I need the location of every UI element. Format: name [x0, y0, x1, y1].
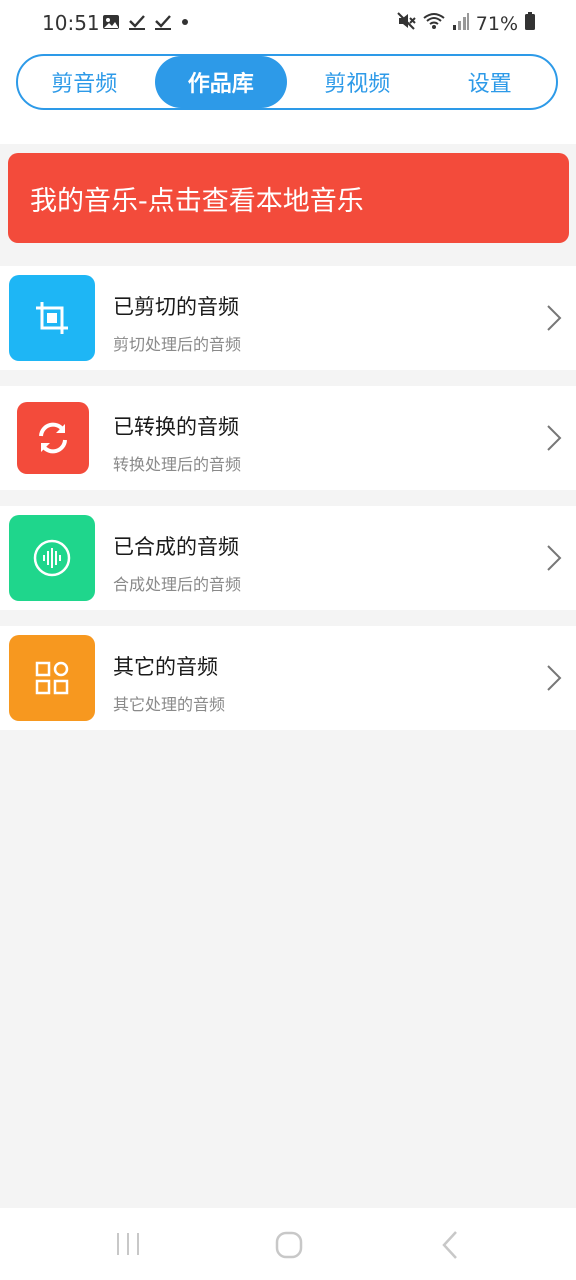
crop-icon — [9, 275, 95, 361]
item-subtitle: 剪切处理后的音频 — [113, 335, 242, 354]
status-time: 10:51 — [42, 11, 100, 35]
app-screen: 10:51 71% 剪音频 作品库 剪视频 设置 我的音乐-点击查看本地音乐 已… — [0, 0, 576, 1280]
waveform-icon — [9, 515, 95, 601]
signal-icon — [452, 11, 470, 36]
back-icon[interactable] — [440, 1230, 460, 1264]
chevron-right-icon — [546, 424, 562, 456]
list-item-converted-audio[interactable]: 已转换的音频 转换处理后的音频 — [0, 386, 576, 490]
chevron-right-icon — [546, 304, 562, 336]
tab-bar: 剪音频 作品库 剪视频 设置 — [16, 54, 558, 110]
item-subtitle: 合成处理后的音频 — [113, 575, 242, 594]
status-notification-icons — [102, 13, 190, 35]
item-title: 已转换的音频 — [113, 415, 239, 439]
system-nav-bar — [0, 1208, 576, 1280]
header: 剪音频 作品库 剪视频 设置 — [0, 48, 576, 144]
list-item-cut-audio[interactable]: 已剪切的音频 剪切处理后的音频 — [0, 266, 576, 370]
tab-cut-audio[interactable]: 剪音频 — [18, 56, 151, 108]
item-title: 其它的音频 — [113, 655, 218, 679]
mute-icon — [396, 11, 416, 36]
item-title: 已剪切的音频 — [113, 295, 239, 319]
status-bar: 10:51 71% — [0, 0, 576, 48]
chevron-right-icon — [546, 664, 562, 696]
list-item-other-audio[interactable]: 其它的音频 其它处理的音频 — [0, 626, 576, 730]
dot-icon — [180, 13, 190, 35]
home-icon[interactable] — [274, 1230, 304, 1264]
check-icon — [128, 13, 146, 35]
list-item-merged-audio[interactable]: 已合成的音频 合成处理后的音频 — [0, 506, 576, 610]
battery-text: 71% — [475, 12, 518, 35]
recents-icon[interactable] — [114, 1230, 142, 1262]
battery-icon — [524, 11, 536, 36]
tab-cut-video[interactable]: 剪视频 — [291, 56, 424, 108]
wifi-icon — [422, 11, 446, 36]
tab-settings[interactable]: 设置 — [424, 56, 557, 108]
tab-works-library[interactable]: 作品库 — [154, 56, 287, 108]
image-icon — [102, 13, 120, 35]
item-subtitle: 转换处理后的音频 — [113, 455, 242, 474]
my-music-banner[interactable]: 我的音乐-点击查看本地音乐 — [8, 153, 569, 243]
refresh-icon — [17, 402, 89, 474]
check-icon — [154, 13, 172, 35]
status-system-icons: 71% — [396, 11, 536, 36]
item-title: 已合成的音频 — [113, 535, 239, 559]
chevron-right-icon — [546, 544, 562, 576]
item-subtitle: 其它处理的音频 — [113, 695, 226, 714]
grid-icon — [9, 635, 95, 721]
